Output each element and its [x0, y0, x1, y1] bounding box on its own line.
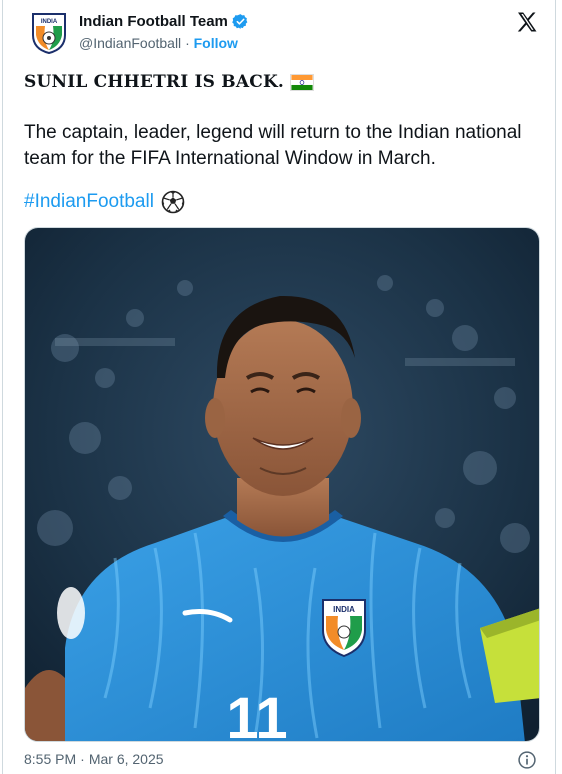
jersey-number: 11 [226, 686, 287, 742]
player-photo: INDIA 11 [25, 228, 539, 742]
handle-row: @IndianFootball · Follow [79, 35, 249, 51]
headline-text: SUNIL CHHETRI IS BACK. [24, 72, 285, 92]
tweet-date[interactable]: Mar 6, 2025 [89, 751, 164, 767]
tweet-body: The captain, leader, legend will return … [24, 122, 522, 169]
hashtag-link[interactable]: #IndianFootball [24, 191, 154, 213]
time-separator: · [80, 751, 85, 767]
handle-separator: · [185, 35, 190, 51]
info-icon[interactable] [517, 750, 537, 770]
tweet-headline: SUNIL CHHETRI IS BACK. [24, 72, 315, 92]
verified-badge-icon [232, 14, 248, 29]
jersey-badge: INDIA [322, 599, 366, 658]
tweet-time[interactable]: 8:55 PM [24, 751, 76, 767]
tweet-card: INDIA Indian Football Team @IndianFootba… [2, 0, 556, 774]
author-handle[interactable]: @IndianFootball [79, 35, 181, 51]
tweet-photo[interactable]: INDIA 11 [24, 227, 540, 742]
avatar[interactable]: INDIA [29, 11, 69, 55]
author-display-name[interactable]: Indian Football Team [79, 13, 228, 30]
hashtag-row: #IndianFootball [24, 190, 185, 214]
tweet-footer: 8:55 PM · Mar 6, 2025 [24, 751, 164, 767]
author-name-row[interactable]: Indian Football Team [79, 13, 249, 30]
follow-button[interactable]: Follow [194, 35, 238, 51]
jersey-badge-label: INDIA [333, 605, 355, 614]
author-info: Indian Football Team @IndianFootball · F… [79, 13, 249, 51]
soccer-ball-icon [161, 190, 185, 214]
tweet-header: INDIA Indian Football Team @IndianFootba… [3, 0, 555, 64]
avatar-label: INDIA [41, 19, 58, 25]
x-logo-icon[interactable] [515, 10, 539, 34]
india-flag-icon [290, 73, 315, 91]
